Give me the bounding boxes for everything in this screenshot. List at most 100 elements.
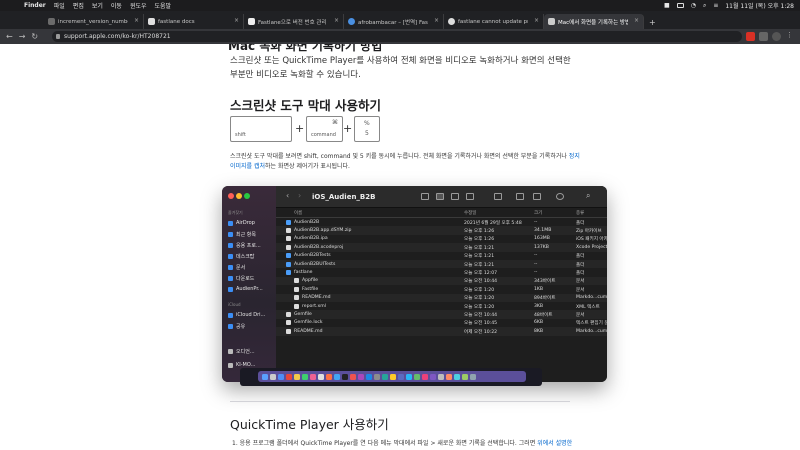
file-kind: Zip 아카이브	[576, 228, 602, 234]
clock[interactable]: 11월 11일 (목) 오후 1:28	[725, 1, 794, 10]
applications-icon	[228, 243, 233, 248]
finder-sidebar: 즐겨찾기 AirDrop 최근 항목 응용 프로... 데스크탑 문서 다운로드…	[222, 186, 276, 382]
close-icon[interactable]: ×	[234, 17, 239, 24]
wifi-icon[interactable]: ◔	[691, 2, 696, 9]
file-icon	[286, 236, 291, 242]
tab-fastlane-cannot-update[interactable]: fastlane cannot update proje ×	[444, 14, 544, 29]
page-content: Mac 녹화 화면 기록하기 방법 스크린샷 또는 QuickTime Play…	[0, 44, 800, 450]
sidebar-item-desktop: 데스크탑	[228, 253, 254, 260]
file-row: fastlane 오늘 오후 12:07 -- 폴더	[276, 268, 607, 276]
file-icon	[286, 227, 291, 233]
more-menu-icon[interactable]: ⋮	[786, 31, 793, 40]
new-tab-button[interactable]: +	[649, 18, 656, 27]
menu-go[interactable]: 이동	[111, 1, 122, 10]
menu-help[interactable]: 도움말	[155, 1, 172, 10]
file-size: 34.1MB	[534, 227, 552, 233]
sidebar-item-audienpr: AudienPr...	[228, 286, 263, 292]
menu-edit[interactable]: 편집	[73, 1, 84, 10]
file-row: AudienB2B 2021년 6월 29일 오후 5:48 -- 폴더	[276, 218, 607, 226]
battery-icon[interactable]	[676, 3, 684, 8]
file-date: 오늘 오전 10:44	[464, 279, 498, 285]
tab-increment-version[interactable]: increment_version_number - ×	[44, 14, 144, 29]
file-size: 48바이트	[534, 312, 553, 318]
menu-view[interactable]: 보기	[92, 1, 103, 10]
app-dock-icon	[398, 373, 404, 380]
file-date: 오늘 오후 1:20	[464, 296, 495, 302]
appstore-dock-icon	[366, 373, 372, 380]
file-name: Gemfile.lock	[294, 320, 323, 326]
app-dock-icon	[406, 373, 412, 380]
tab-mac-screen-record[interactable]: Mac에서 화면을 기록하는 방법 – A ×	[544, 14, 644, 29]
extension-icon[interactable]	[759, 32, 768, 41]
described-above-link[interactable]: 위에서 설명한	[537, 440, 572, 447]
list-view-icon	[436, 193, 444, 200]
folder-icon	[286, 261, 291, 267]
lock-icon[interactable]	[56, 34, 60, 39]
menu-file[interactable]: 파일	[54, 1, 65, 10]
file-name: fastlane	[294, 269, 313, 275]
extension-icon[interactable]	[746, 32, 755, 41]
file-size: 6KB	[534, 320, 544, 326]
tab-fastlane-version[interactable]: Fastlane으로 버전 번호 관리 ×	[244, 14, 344, 29]
app-dock-icon	[438, 373, 444, 380]
finder-dock-icon	[262, 373, 268, 380]
menu-finder[interactable]: Finder	[24, 2, 46, 9]
close-icon[interactable]: ×	[434, 17, 439, 24]
reload-icon[interactable]: ↻	[31, 32, 38, 41]
file-date: 오늘 오전 10:45	[464, 321, 498, 327]
file-icon	[294, 278, 299, 284]
file-size: --	[534, 269, 538, 275]
file-name: AudienB2B.xcodeproj	[294, 244, 344, 250]
file-row: AudienB2B.xcodeproj 오늘 오후 1:21 137KB Xcode …	[276, 243, 607, 252]
file-row: README.md 어제 오전 10:22 8KB Markdo...cument	[276, 327, 607, 336]
file-date: 어제 오전 10:22	[464, 329, 498, 335]
file-kind: 폴더	[576, 270, 585, 276]
tab-fastlane-docs[interactable]: fastlane docs ×	[144, 14, 244, 29]
close-icon[interactable]: ×	[334, 17, 339, 24]
action-icon	[556, 193, 564, 200]
file-kind: 문서	[576, 287, 585, 293]
file-row: AudienB2B.ipa 오늘 오후 1:26 163MB iOS 패키지 아카이브	[276, 235, 607, 243]
tab-favicon-icon	[248, 18, 255, 25]
file-row: report.xml 오늘 오후 1:20 3KB XML 텍스트	[276, 302, 607, 310]
file-icon	[286, 311, 291, 317]
file-name: AudienB2B	[294, 219, 320, 225]
finder-window-title: iOS_Audien_B2B	[312, 193, 376, 201]
file-size: 163MB	[534, 236, 550, 242]
desktop-icon	[228, 254, 233, 259]
finder-main: ‹ › iOS_Audien_B2B ⌕ 이름 수정일 크기 종류 Audien…	[276, 186, 607, 382]
close-icon[interactable]: ×	[534, 17, 539, 24]
file-row: Gemfile 오늘 오전 10:44 48바이트 문서	[276, 310, 607, 319]
file-date: 오늘 오후 1:20	[464, 304, 495, 310]
file-kind: 폴더	[576, 220, 585, 226]
control-center-icon[interactable]: ≡	[713, 2, 718, 9]
apple-favicon-icon	[548, 18, 555, 25]
file-name: README.md	[302, 295, 331, 301]
back-icon[interactable]: ←	[6, 32, 13, 41]
file-kind: Xcode Project	[576, 244, 607, 250]
share-icon	[516, 193, 524, 200]
file-kind: Markdo...cument	[576, 295, 607, 301]
file-size: 3KB	[534, 303, 544, 309]
file-name: README.md	[294, 328, 323, 334]
app-dock-icon	[430, 373, 436, 380]
close-icon[interactable]: ×	[134, 17, 139, 24]
tab-afrobambacar[interactable]: afrobambacar – [번역] Fastlane으로 관 ×	[344, 14, 444, 29]
menu-window[interactable]: 윈도우	[130, 1, 147, 10]
file-size: 137KB	[534, 244, 549, 250]
file-name: report.xml	[302, 303, 326, 309]
close-icon[interactable]: ×	[634, 17, 639, 24]
sidebar-item-applications: 응용 프로...	[228, 242, 261, 249]
sidebar-item-icloud-drive: iCloud Dri...	[228, 312, 265, 318]
profile-avatar[interactable]	[772, 32, 781, 41]
forward-icon[interactable]: →	[19, 32, 26, 41]
search-icon[interactable]: ⌕	[703, 2, 706, 10]
cloud-icon	[228, 312, 233, 318]
address-bar[interactable]: support.apple.com/ko-kr/HT208721	[52, 31, 742, 42]
record-icon[interactable]: ■	[664, 2, 670, 9]
zoom-traffic-light	[244, 193, 250, 199]
sidebar-item-location-1: 오디언...	[228, 348, 255, 355]
minimize-traffic-light	[236, 193, 242, 199]
sidebar-item-shared: 공유	[228, 323, 245, 330]
file-date: 오늘 오후 1:26	[464, 237, 495, 243]
